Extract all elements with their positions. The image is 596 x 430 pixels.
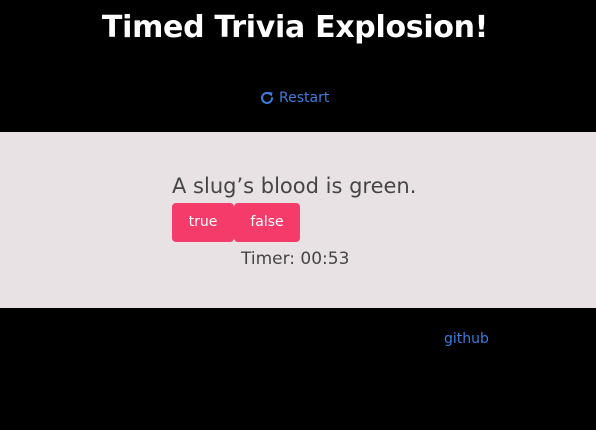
restart-button[interactable]: Restart [259, 90, 329, 106]
question-text: A slug’s blood is green. [172, 174, 417, 198]
false-answer-button[interactable]: false [234, 203, 300, 242]
timer-display: Timer: 00:53 [241, 249, 350, 269]
true-answer-button[interactable]: true [172, 203, 234, 242]
redo-arrow-icon [259, 90, 275, 106]
restart-label: Restart [279, 90, 330, 106]
app-page: Timed Trivia Explosion! Restart A slug’s… [0, 0, 596, 430]
page-title: Timed Trivia Explosion! [101, 10, 489, 45]
github-link[interactable]: github [444, 331, 489, 347]
